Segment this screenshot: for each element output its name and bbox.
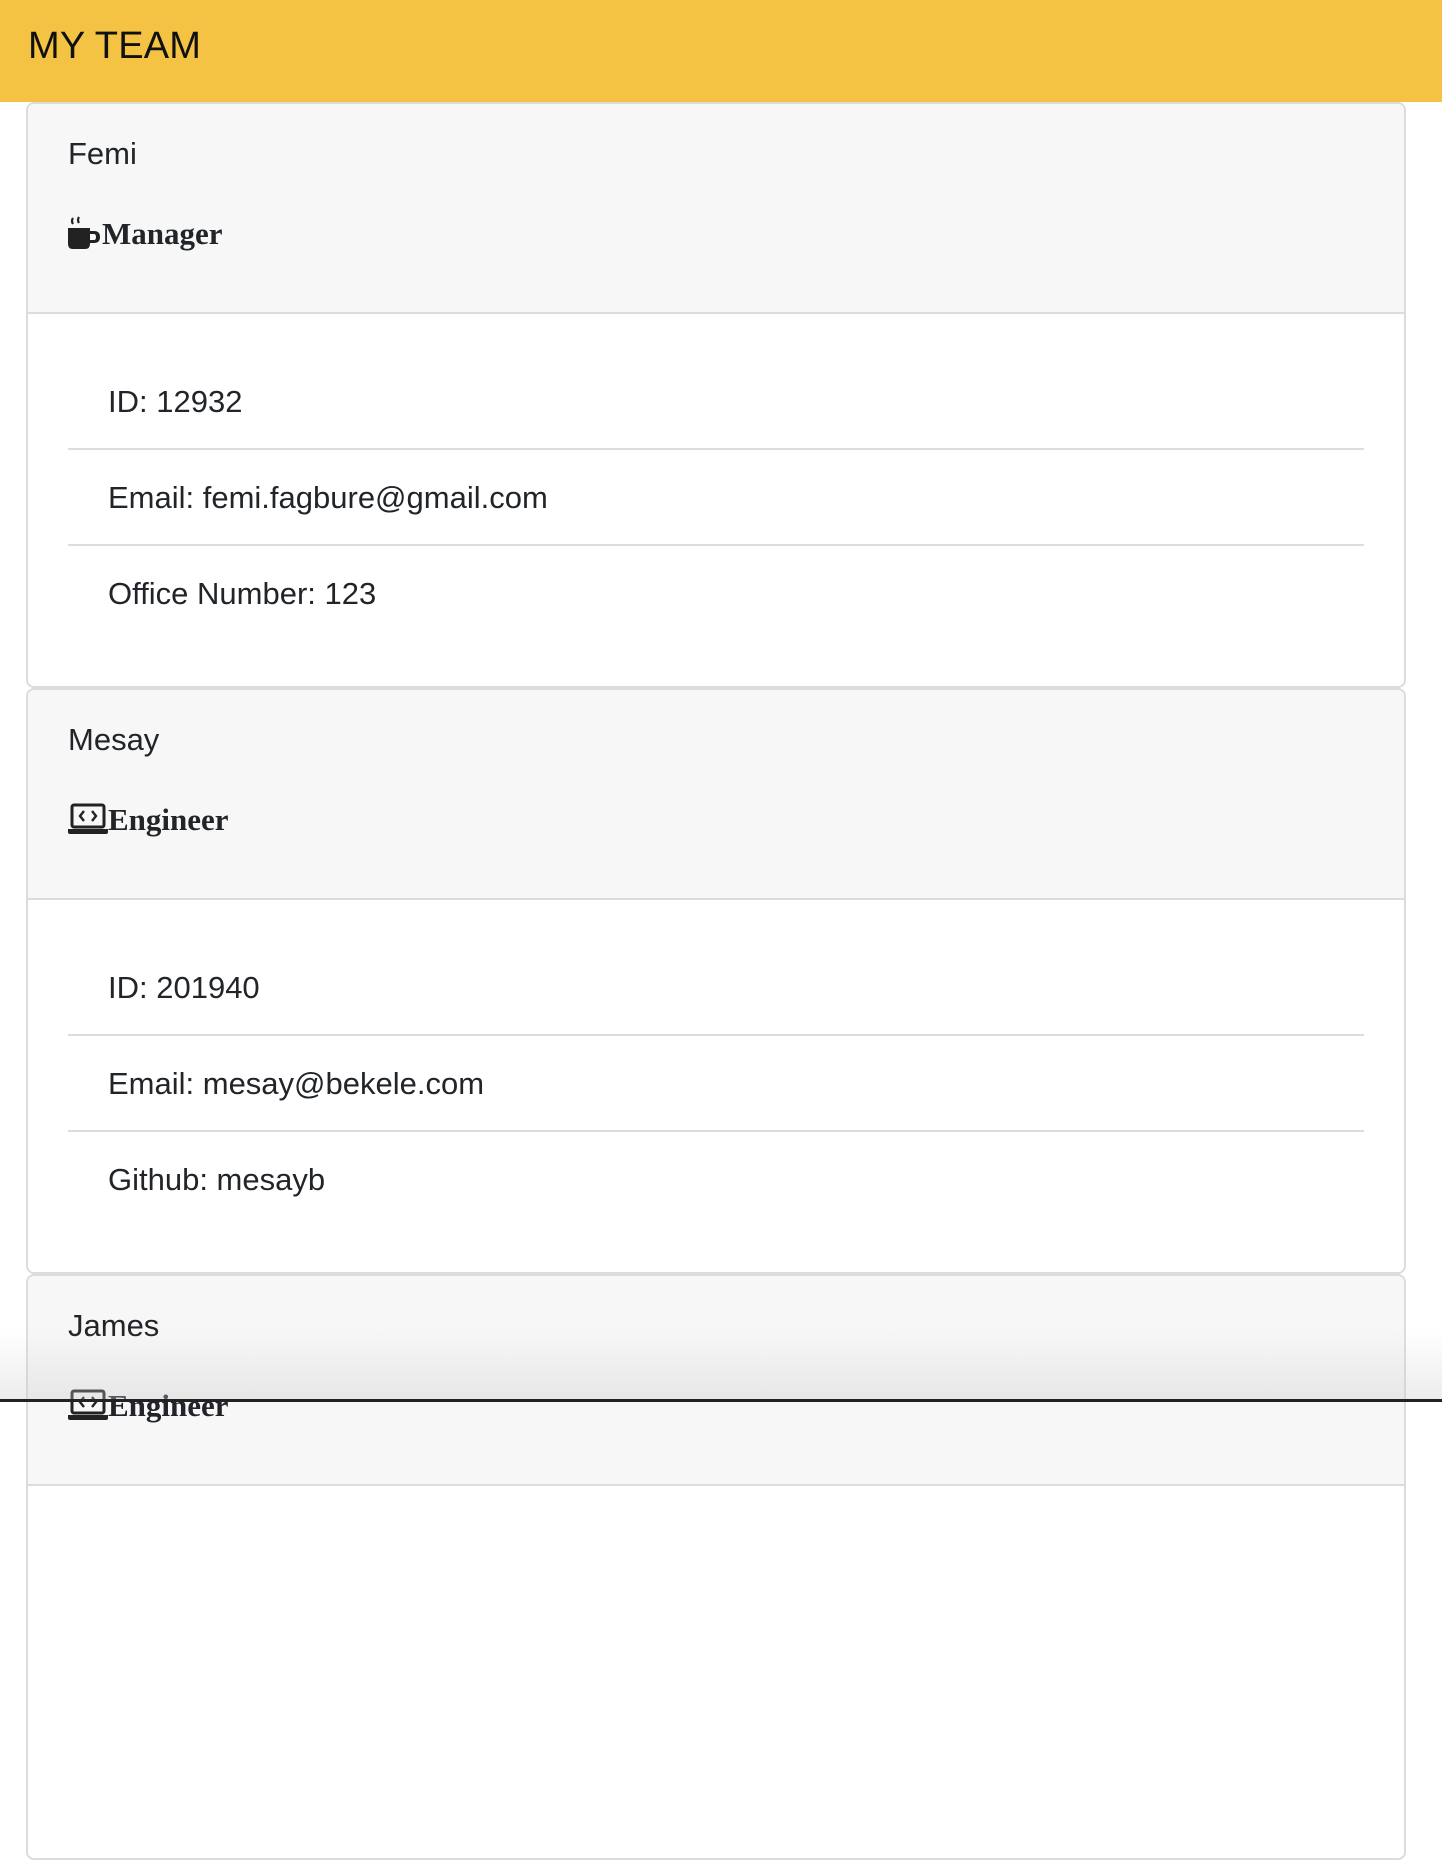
- employee-card: Femi Manager ID: 12932 Email: femi.fagbu…: [26, 102, 1406, 688]
- employee-role: Engineer: [108, 1388, 229, 1423]
- detail-email: Email: femi.fagbure@gmail.com: [68, 450, 1364, 546]
- employee-name: Mesay: [68, 722, 160, 757]
- employee-card: James Engineer: [26, 1274, 1406, 1860]
- laptop-code-icon: [68, 802, 108, 838]
- detail-office-number: Office Number: 123: [108, 576, 377, 611]
- detail-id: ID: 201940: [68, 940, 1364, 1036]
- employee-name: James: [68, 1308, 160, 1343]
- role-line: Engineer: [68, 1386, 229, 1426]
- role-line: Engineer: [68, 800, 229, 840]
- card-header: James Engineer: [28, 1276, 1404, 1486]
- page-title: MY TEAM: [28, 25, 202, 67]
- card-header: Femi Manager: [28, 104, 1404, 314]
- employee-role: Manager: [102, 216, 223, 251]
- employee-name: Femi: [68, 136, 137, 171]
- detail-email: Email: mesay@bekele.com: [68, 1036, 1364, 1132]
- employee-details-list: ID: 12932 Email: femi.fagbure@gmail.com …: [68, 354, 1364, 642]
- employee-role: Engineer: [108, 802, 229, 837]
- laptop-code-icon: [68, 1388, 108, 1424]
- card-header: Mesay Engineer: [28, 690, 1404, 900]
- top-navbar: MY TEAM: [0, 0, 1442, 102]
- team-cards: Femi Manager ID: 12932 Email: femi.fagbu…: [26, 102, 1406, 1860]
- detail-id: ID: 12932: [68, 354, 1364, 450]
- employee-card: Mesay Engineer ID: 201940 Email: mesay@b…: [26, 688, 1406, 1274]
- detail-github: Github: mesayb: [108, 1162, 326, 1197]
- coffee-mug-icon: [68, 216, 102, 252]
- role-line: Manager: [68, 214, 223, 254]
- employee-details-list: ID: 201940 Email: mesay@bekele.com Githu…: [68, 940, 1364, 1228]
